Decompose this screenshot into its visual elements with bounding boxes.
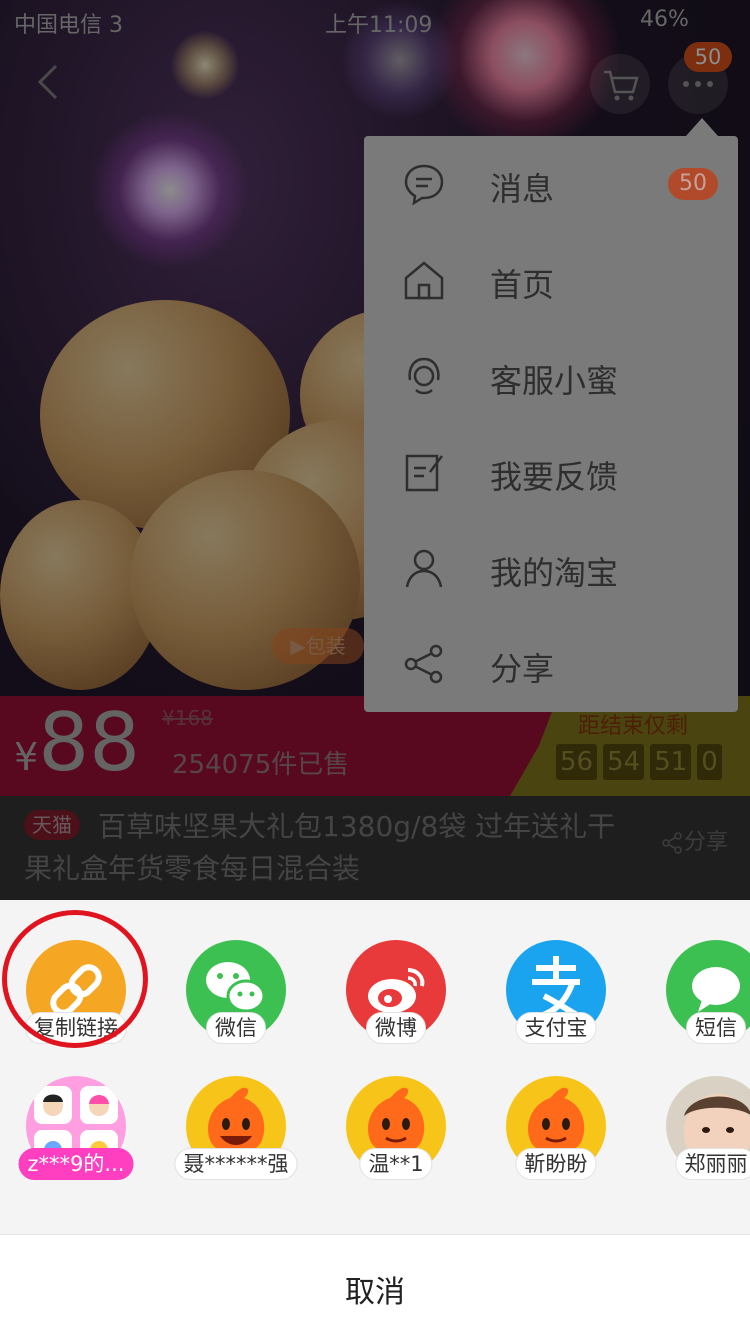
menu-item-my-taobao[interactable]: 我的淘宝 — [364, 520, 738, 616]
menu-item-label: 首页 — [490, 266, 555, 304]
cancel-label: 取消 — [345, 1275, 405, 1310]
more-menu: 消息 50 首页 客服小蜜 我要反馈 我的淘宝 分享 — [364, 136, 738, 712]
menu-item-label: 分享 — [490, 650, 555, 688]
share-label: 短信 — [686, 1012, 746, 1044]
share-label: 郑丽丽 — [675, 1148, 750, 1180]
menu-item-label: 我要反馈 — [490, 458, 619, 496]
share-label: z***9的... — [18, 1148, 134, 1180]
menu-item-label: 消息 — [490, 170, 555, 208]
share-weibo[interactable]: 微博 — [346, 940, 446, 1050]
share-contact[interactable]: 温**1 — [346, 1076, 446, 1186]
message-count-badge: 50 — [668, 168, 718, 200]
share-sms[interactable]: 短信 — [666, 940, 750, 1050]
share-contact[interactable]: 郑丽丽 — [666, 1076, 750, 1186]
share-label: 微信 — [206, 1012, 266, 1044]
chat-icon — [404, 164, 444, 206]
share-contact[interactable]: 靳盼盼 — [506, 1076, 606, 1186]
share-contact[interactable]: 聂******强 — [174, 1076, 298, 1186]
share-label: 微博 — [366, 1012, 426, 1044]
customer-service-icon — [408, 357, 440, 395]
share-label: 聂******强 — [174, 1148, 298, 1180]
share-contact-group[interactable]: z***9的... — [18, 1076, 134, 1186]
menu-item-label: 客服小蜜 — [490, 362, 619, 400]
share-icon — [404, 644, 443, 684]
menu-item-feedback[interactable]: 我要反馈 — [364, 424, 738, 520]
menu-item-messages[interactable]: 消息 50 — [364, 136, 738, 232]
share-wechat[interactable]: 微信 — [186, 940, 286, 1050]
menu-item-home[interactable]: 首页 — [364, 232, 738, 328]
share-label: 靳盼盼 — [515, 1148, 597, 1180]
share-label: 支付宝 — [515, 1012, 597, 1044]
cancel-button[interactable]: 取消 — [0, 1234, 750, 1334]
menu-item-share[interactable]: 分享 — [364, 616, 738, 712]
share-contacts-row: z***9的... 聂******强 温**1 靳盼盼 郑丽丽 — [0, 1076, 750, 1206]
feedback-icon — [405, 454, 443, 492]
share-label: 温**1 — [359, 1148, 433, 1180]
user-icon — [405, 549, 443, 588]
share-alipay[interactable]: 支付宝 — [506, 940, 606, 1050]
home-icon — [404, 261, 444, 300]
menu-item-customer-service[interactable]: 客服小蜜 — [364, 328, 738, 424]
menu-arrow — [686, 118, 718, 136]
highlight-circle — [2, 910, 148, 1048]
menu-item-label: 我的淘宝 — [490, 554, 619, 592]
